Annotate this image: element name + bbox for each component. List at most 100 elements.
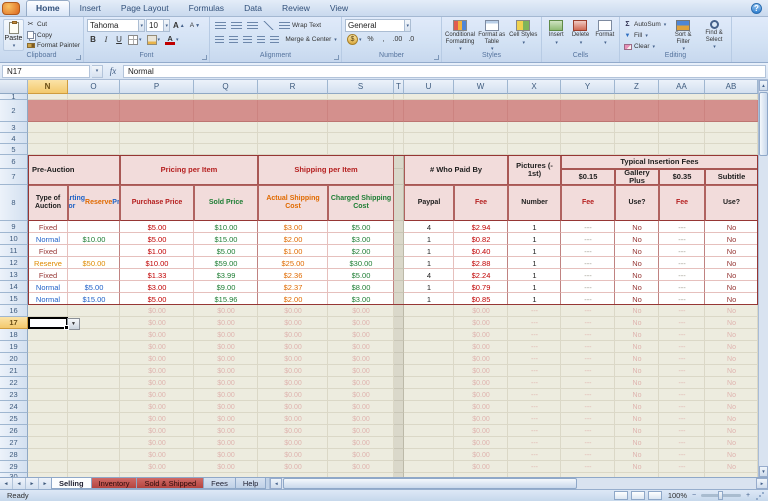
cell-U28[interactable]: [404, 449, 454, 461]
cell-AB4[interactable]: [705, 133, 758, 144]
cell-Y2[interactable]: [561, 100, 615, 122]
fill-color-button[interactable]: ▾: [145, 33, 163, 46]
cell-X2[interactable]: [508, 100, 561, 122]
row-header-3[interactable]: 3: [0, 122, 28, 133]
formula-input[interactable]: Normal: [123, 64, 766, 78]
zoom-out-button[interactable]: −: [690, 492, 698, 499]
cell-X5[interactable]: [508, 144, 561, 155]
cell-W4[interactable]: [454, 133, 508, 144]
column-header-AA[interactable]: AA: [659, 80, 705, 94]
row-header-6[interactable]: 6: [0, 155, 28, 169]
row-header-21[interactable]: 21: [0, 365, 28, 377]
cell-Y3[interactable]: [561, 122, 615, 133]
cell-U24[interactable]: [404, 401, 454, 413]
row-header-16[interactable]: 16: [0, 305, 28, 317]
cell-R3[interactable]: [258, 122, 328, 133]
cell-U23[interactable]: [404, 389, 454, 401]
ribbon-tab-review[interactable]: Review: [272, 0, 320, 16]
sheet-tab-selling[interactable]: Selling: [51, 478, 92, 489]
underline-button[interactable]: U: [113, 33, 125, 46]
orientation-button[interactable]: [261, 19, 276, 32]
cell-O11[interactable]: [68, 245, 120, 257]
copy-button[interactable]: Copy: [26, 30, 80, 41]
previous-sheet-button[interactable]: ◄: [13, 478, 26, 489]
cell-O29[interactable]: [68, 461, 120, 473]
sheet-tab-fees[interactable]: Fees: [203, 478, 236, 489]
cell-T4[interactable]: [394, 133, 404, 144]
cell-O26[interactable]: [68, 425, 120, 437]
wrap-text-button[interactable]: Wrap Text: [277, 19, 323, 32]
horizontal-scrollbar[interactable]: ◄ ►: [269, 478, 768, 489]
cell-U25[interactable]: [404, 413, 454, 425]
cell-P4[interactable]: [120, 133, 194, 144]
cell-N19[interactable]: [28, 341, 68, 353]
cell-N20[interactable]: [28, 353, 68, 365]
find-select-button[interactable]: Find & Select ▾: [700, 19, 728, 52]
cell-N25[interactable]: [28, 413, 68, 425]
ribbon-tab-formulas[interactable]: Formulas: [179, 0, 234, 16]
column-header-R[interactable]: R: [258, 80, 328, 94]
cell-U29[interactable]: [404, 461, 454, 473]
cell-S4[interactable]: [328, 133, 394, 144]
cell-T9[interactable]: [394, 221, 404, 233]
cell-Y5[interactable]: [561, 144, 615, 155]
format-as-table-button[interactable]: Format as Table ▾: [477, 19, 506, 53]
cell-U20[interactable]: [404, 353, 454, 365]
cell-O23[interactable]: [68, 389, 120, 401]
column-header-O[interactable]: O: [68, 80, 120, 94]
align-right-button[interactable]: [241, 33, 254, 46]
cell-Z4[interactable]: [615, 133, 659, 144]
cell-N28[interactable]: [28, 449, 68, 461]
cell-styles-button[interactable]: Cell Styles ▾: [509, 19, 538, 46]
cell-U27[interactable]: [404, 437, 454, 449]
selected-cell-N17[interactable]: ▼: [28, 317, 80, 330]
row-header-10[interactable]: 10: [0, 233, 28, 245]
cell-T17[interactable]: [394, 317, 404, 329]
cell-N5[interactable]: [28, 144, 68, 155]
cell-N18[interactable]: [28, 329, 68, 341]
cell-T12[interactable]: [394, 257, 404, 269]
scroll-right-icon[interactable]: ►: [756, 478, 768, 489]
cell-U2[interactable]: [404, 100, 454, 122]
cell-Y4[interactable]: [561, 133, 615, 144]
cell-O20[interactable]: [68, 353, 120, 365]
sheet-tab-inventory[interactable]: Inventory: [90, 478, 138, 489]
cell-W2[interactable]: [454, 100, 508, 122]
column-header-AB[interactable]: AB: [705, 80, 758, 94]
grow-font-button[interactable]: A ▲: [171, 19, 187, 32]
cell-O9[interactable]: [68, 221, 120, 233]
cell-T11[interactable]: [394, 245, 404, 257]
cell-N22[interactable]: [28, 377, 68, 389]
scroll-down-icon[interactable]: ▼: [759, 466, 768, 477]
cell-U17[interactable]: [404, 317, 454, 329]
row-header-8[interactable]: 8: [0, 185, 28, 221]
column-header-Q[interactable]: Q: [194, 80, 258, 94]
cell-T13[interactable]: [394, 269, 404, 281]
cell-R5[interactable]: [258, 144, 328, 155]
currency-format-button[interactable]: $ ▾: [345, 33, 364, 46]
ribbon-tab-data[interactable]: Data: [234, 0, 272, 16]
row-header-2[interactable]: 2: [0, 100, 28, 122]
cell-U21[interactable]: [404, 365, 454, 377]
decrease-decimal-button[interactable]: .0: [405, 33, 417, 46]
cell-T2[interactable]: [394, 100, 404, 122]
cell-Z2[interactable]: [615, 100, 659, 122]
row-header-20[interactable]: 20: [0, 353, 28, 365]
percent-format-button[interactable]: %: [365, 33, 377, 46]
row-header-26[interactable]: 26: [0, 425, 28, 437]
row-header-30[interactable]: 30: [0, 472, 28, 477]
scroll-left-icon[interactable]: ◄: [270, 478, 283, 489]
scroll-up-icon[interactable]: ▲: [759, 80, 768, 91]
cell-O22[interactable]: [68, 377, 120, 389]
cell-AB2[interactable]: [705, 100, 758, 122]
align-bottom-button[interactable]: [245, 19, 260, 32]
ribbon-tab-view[interactable]: View: [320, 0, 358, 16]
cell-T29[interactable]: [394, 461, 404, 473]
number-format-combo[interactable]: General ▾: [345, 19, 411, 32]
column-header-N[interactable]: N: [28, 80, 68, 94]
cell-T25[interactable]: [394, 413, 404, 425]
cell-R4[interactable]: [258, 133, 328, 144]
first-sheet-button[interactable]: ◄: [0, 478, 13, 489]
delete-cells-button[interactable]: Delete ▾: [569, 19, 591, 46]
row-header-28[interactable]: 28: [0, 449, 28, 461]
